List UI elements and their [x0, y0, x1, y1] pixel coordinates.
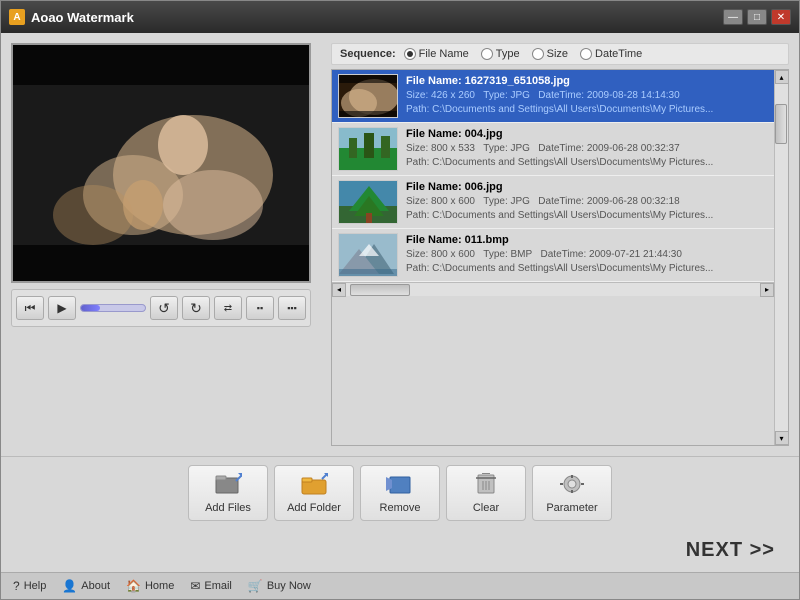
- parameter-button[interactable]: Parameter: [532, 465, 612, 521]
- parameter-label: Parameter: [546, 502, 597, 514]
- help-link[interactable]: ? Help: [13, 579, 46, 593]
- add-folder-button[interactable]: Add Folder: [274, 465, 354, 521]
- file-info: File Name: 006.jpg Size: 800 x 600 Type: …: [406, 181, 768, 223]
- sort-size[interactable]: Size: [532, 48, 568, 60]
- file-thumbnail: [338, 180, 398, 224]
- title-bar: A Aoao Watermark — □ ✕: [1, 1, 799, 33]
- add-files-icon: [214, 473, 242, 499]
- media-controls: ⏮ ▶ ↺ ↻ ⇄ ▪▪ ▪▪▪: [11, 289, 311, 327]
- preview-image: [13, 45, 309, 281]
- file-thumbnail: [338, 74, 398, 118]
- file-thumbnail: [338, 127, 398, 171]
- email-label: Email: [204, 580, 232, 592]
- file-meta: Size: 800 x 533 Type: JPG DateTime: 2009…: [406, 142, 768, 170]
- file-list-item[interactable]: File Name: 004.jpg Size: 800 x 533 Type: …: [332, 123, 774, 176]
- progress-bar[interactable]: [80, 304, 146, 312]
- close-button[interactable]: ✕: [771, 9, 791, 25]
- flip-button[interactable]: ⇄: [214, 296, 242, 320]
- remove-icon: [386, 473, 414, 499]
- sort-type[interactable]: Type: [481, 48, 520, 60]
- home-label: Home: [145, 580, 174, 592]
- clear-button[interactable]: Clear: [446, 465, 526, 521]
- about-icon: 👤: [62, 579, 77, 593]
- parameter-icon: [558, 473, 586, 499]
- bottom-toolbar: Add Files Add Folder: [1, 456, 799, 529]
- file-list: File Name: 1627319_651058.jpg Size: 426 x…: [332, 70, 774, 445]
- progress-fill: [81, 305, 100, 311]
- file-info: File Name: 011.bmp Size: 800 x 600 Type: …: [406, 234, 768, 276]
- file-meta: Size: 800 x 600 Type: BMP DateTime: 2009…: [406, 248, 768, 276]
- scroll-h-thumb[interactable]: [350, 284, 410, 296]
- file-meta: Size: 426 x 260 Type: JPG DateTime: 2009…: [406, 89, 768, 117]
- rotate-left-button[interactable]: ↺: [150, 296, 178, 320]
- file-meta: Size: 800 x 600 Type: JPG DateTime: 2009…: [406, 195, 768, 223]
- right-panel: Sequence: File Name Type Size: [331, 43, 789, 446]
- help-label: Help: [24, 580, 47, 592]
- remove-label: Remove: [380, 502, 421, 514]
- home-icon: 🏠: [126, 579, 141, 593]
- next-area: NEXT >>: [1, 529, 799, 572]
- scroll-right-arrow[interactable]: ▸: [760, 283, 774, 297]
- file-list-item[interactable]: File Name: 011.bmp Size: 800 x 600 Type: …: [332, 229, 774, 282]
- play-button[interactable]: ▶: [48, 296, 76, 320]
- type-radio[interactable]: [481, 48, 493, 60]
- rotate-right-button[interactable]: ↻: [182, 296, 210, 320]
- sort-filename[interactable]: File Name: [404, 48, 469, 60]
- buy-icon: 🛒: [248, 579, 263, 593]
- file-name: File Name: 006.jpg: [406, 181, 768, 193]
- scroll-v-track: [775, 84, 789, 431]
- add-folder-label: Add Folder: [287, 502, 341, 514]
- app-icon: A: [9, 9, 25, 25]
- left-panel: ⏮ ▶ ↺ ↻ ⇄ ▪▪ ▪▪▪: [11, 43, 321, 446]
- clear-icon: [472, 473, 500, 499]
- file-list-wrapper: File Name: 1627319_651058.jpg Size: 426 x…: [331, 69, 789, 446]
- main-window: A Aoao Watermark — □ ✕: [0, 0, 800, 600]
- buy-label: Buy Now: [267, 580, 311, 592]
- sort-datetime[interactable]: DateTime: [580, 48, 642, 60]
- email-icon: ✉: [190, 579, 200, 593]
- grid-button[interactable]: ▪▪: [246, 296, 274, 320]
- sequence-bar: Sequence: File Name Type Size: [331, 43, 789, 65]
- footer-bar: ? Help 👤 About 🏠 Home ✉ Email 🛒 Buy Now: [1, 572, 799, 599]
- prev-button[interactable]: ⏮: [16, 296, 44, 320]
- scroll-v-thumb[interactable]: [775, 104, 787, 144]
- file-thumbnail: [338, 233, 398, 277]
- file-info: File Name: 1627319_651058.jpg Size: 426 x…: [406, 75, 768, 117]
- file-info: File Name: 004.jpg Size: 800 x 533 Type: …: [406, 128, 768, 170]
- datetime-radio[interactable]: [580, 48, 592, 60]
- file-name: File Name: 011.bmp: [406, 234, 768, 246]
- preview-area: [11, 43, 311, 283]
- remove-button[interactable]: Remove: [360, 465, 440, 521]
- file-name: File Name: 004.jpg: [406, 128, 768, 140]
- horizontal-scrollbar[interactable]: ◂ ▸: [332, 282, 774, 296]
- about-label: About: [81, 580, 110, 592]
- scroll-left-arrow[interactable]: ◂: [332, 283, 346, 297]
- minimize-button[interactable]: —: [723, 9, 743, 25]
- add-folder-icon: [300, 473, 328, 499]
- clear-label: Clear: [473, 502, 499, 514]
- filename-radio[interactable]: [404, 48, 416, 60]
- vertical-scrollbar[interactable]: ▴ ▾: [774, 70, 788, 445]
- maximize-button[interactable]: □: [747, 9, 767, 25]
- size-radio[interactable]: [532, 48, 544, 60]
- about-link[interactable]: 👤 About: [62, 579, 110, 593]
- scroll-down-arrow[interactable]: ▾: [775, 431, 789, 445]
- help-icon: ?: [13, 579, 20, 593]
- file-name: File Name: 1627319_651058.jpg: [406, 75, 768, 87]
- file-list-item[interactable]: File Name: 006.jpg Size: 800 x 600 Type: …: [332, 176, 774, 229]
- next-button[interactable]: NEXT >>: [678, 535, 783, 566]
- scroll-up-arrow[interactable]: ▴: [775, 70, 789, 84]
- home-link[interactable]: 🏠 Home: [126, 579, 174, 593]
- sort-options: File Name Type Size DateTime: [404, 48, 643, 60]
- window-controls: — □ ✕: [723, 9, 791, 25]
- sequence-label: Sequence:: [340, 48, 396, 60]
- zoom-button[interactable]: ▪▪▪: [278, 296, 306, 320]
- add-files-button[interactable]: Add Files: [188, 465, 268, 521]
- file-list-item[interactable]: File Name: 1627319_651058.jpg Size: 426 x…: [332, 70, 774, 123]
- add-files-label: Add Files: [205, 502, 251, 514]
- window-title: Aoao Watermark: [31, 10, 723, 25]
- email-link[interactable]: ✉ Email: [190, 579, 232, 593]
- main-content: ⏮ ▶ ↺ ↻ ⇄ ▪▪ ▪▪▪ Sequence: File N: [1, 33, 799, 456]
- buy-link[interactable]: 🛒 Buy Now: [248, 579, 311, 593]
